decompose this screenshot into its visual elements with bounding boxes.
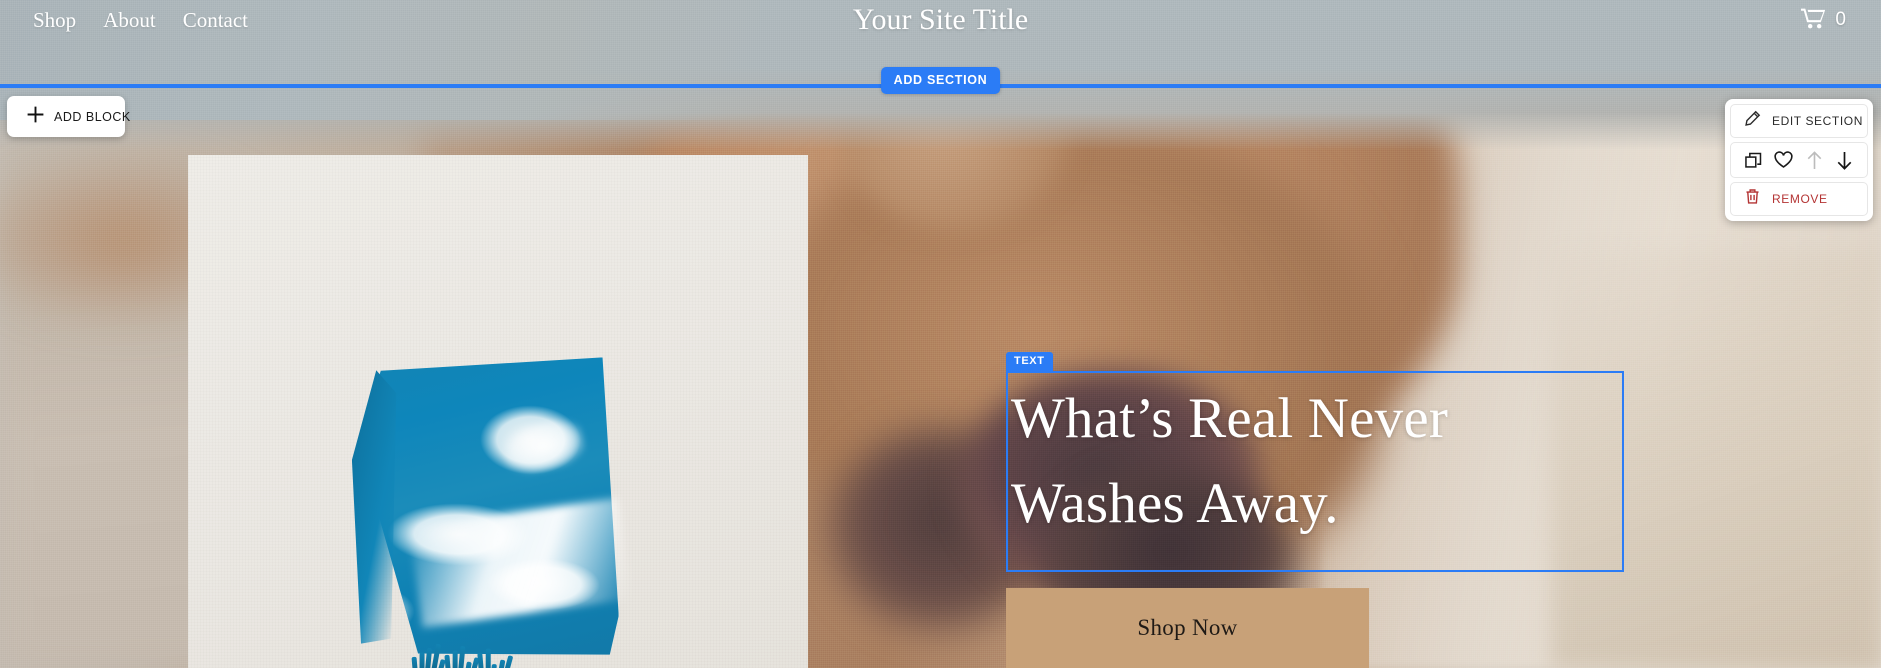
cart-button[interactable]: 0	[1801, 0, 1846, 40]
remove-label: REMOVE	[1772, 192, 1828, 206]
shop-now-label: Shop Now	[1137, 615, 1238, 640]
trash-icon	[1744, 188, 1761, 210]
heart-icon[interactable]	[1773, 149, 1795, 171]
add-section-button[interactable]: ADD SECTION	[880, 67, 1001, 94]
plus-icon	[27, 106, 44, 128]
text-block-selection-outline[interactable]	[1006, 371, 1624, 572]
cart-count: 0	[1835, 9, 1846, 30]
arrow-down-icon[interactable]	[1834, 149, 1856, 171]
shop-now-button[interactable]: Shop Now	[1006, 588, 1369, 668]
remove-section-button[interactable]: REMOVE	[1730, 182, 1868, 216]
product-image-block[interactable]	[188, 155, 808, 668]
add-block-button[interactable]: ADD BLOCK	[7, 96, 130, 137]
text-block-tab[interactable]: TEXT	[1006, 352, 1053, 371]
site-title[interactable]: Your Site Title	[0, 0, 1881, 40]
pencil-icon	[1744, 110, 1761, 132]
edit-section-button[interactable]: EDIT SECTION	[1730, 104, 1868, 138]
scarf-fold	[348, 364, 397, 647]
arrow-up-icon	[1803, 149, 1825, 171]
edit-section-label: EDIT SECTION	[1772, 114, 1863, 128]
section-action-row	[1730, 142, 1868, 178]
add-block-label: ADD BLOCK	[54, 109, 131, 124]
duplicate-icon[interactable]	[1742, 149, 1764, 171]
shopping-cart-icon	[1801, 7, 1826, 34]
scarf-illustration	[348, 352, 632, 668]
section-edit-panel: EDIT SECTION REMOVE	[1725, 99, 1873, 221]
